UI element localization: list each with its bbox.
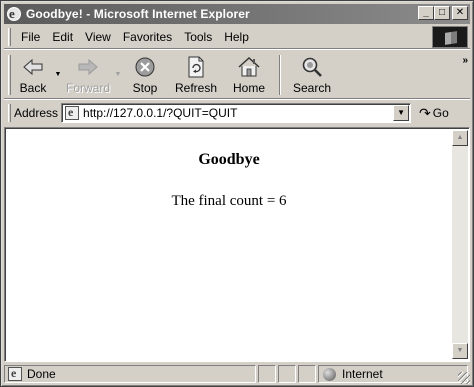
status-panel [298, 365, 316, 383]
browser-window: e Goodbye! - Microsoft Internet Explorer… [0, 0, 474, 387]
status-panel [278, 365, 296, 383]
ie-page-icon: e [8, 366, 22, 381]
page-heading: Goodbye [198, 151, 260, 168]
status-panel [258, 365, 276, 383]
close-button[interactable]: ✕ [452, 6, 468, 20]
toolbar-separator [279, 55, 281, 95]
menu-help[interactable]: Help [218, 30, 255, 44]
stop-button[interactable]: Stop [123, 51, 167, 97]
status-main-panel: e Done [4, 365, 256, 383]
address-dropdown-button[interactable]: ▼ [393, 105, 410, 121]
search-button[interactable]: Search [287, 51, 337, 97]
stop-icon [130, 54, 160, 80]
menu-grip[interactable] [8, 27, 11, 46]
scroll-up-button[interactable]: ▲ [452, 130, 468, 146]
address-url[interactable]: http://127.0.0.1/?QUIT=QUIT [83, 106, 237, 120]
address-label: Address [14, 106, 59, 120]
content-frame: Goodbye The final count = 6 ▲ ▼ [4, 127, 470, 362]
ie-icon: e [6, 6, 22, 22]
status-bar: e Done Internet [4, 364, 470, 384]
menu-view[interactable]: View [79, 30, 117, 44]
menu-edit[interactable]: Edit [46, 30, 79, 44]
maximize-button[interactable]: □ [434, 6, 450, 20]
standard-toolbar: Back ▼ Forward ▼ Stop Refresh Home Searc… [4, 51, 470, 99]
toolbar-more-chevron[interactable]: » [462, 55, 467, 66]
address-bar: Address e http://127.0.0.1/?QUIT=QUIT ▼ … [4, 101, 470, 125]
refresh-button[interactable]: Refresh [167, 51, 225, 97]
home-label: Home [232, 81, 265, 95]
refresh-label: Refresh [174, 81, 218, 95]
go-label: Go [432, 106, 449, 120]
scroll-down-button[interactable]: ▼ [452, 343, 468, 359]
internet-zone-icon [323, 367, 336, 381]
search-label: Search [292, 81, 332, 95]
menu-file[interactable]: File [15, 30, 46, 44]
toolbar-grip[interactable] [8, 55, 11, 95]
home-icon [234, 54, 264, 80]
back-button[interactable]: Back [13, 51, 53, 97]
forward-label: Forward [65, 81, 110, 95]
status-text: Done [27, 367, 56, 381]
zone-text: Internet [342, 367, 383, 381]
back-dropdown-arrow[interactable]: ▼ [53, 51, 63, 97]
forward-dropdown-arrow[interactable]: ▼ [113, 51, 123, 97]
final-count-text: The final count = 6 [171, 193, 287, 209]
back-label: Back [19, 81, 47, 95]
go-button[interactable]: ↷ Go [419, 105, 449, 122]
ie-page-icon: e [65, 105, 80, 120]
address-input[interactable]: e http://127.0.0.1/?QUIT=QUIT ▼ [61, 103, 412, 123]
back-arrow-icon [18, 54, 48, 80]
forward-button[interactable]: Forward [63, 51, 113, 97]
web-page: Goodbye The final count = 6 [7, 130, 451, 359]
search-icon [297, 54, 327, 80]
resize-grip[interactable] [458, 372, 470, 384]
windows-logo-icon [432, 26, 468, 48]
go-arrow-icon: ↷ [419, 104, 431, 121]
address-grip[interactable] [8, 104, 11, 122]
minimize-button[interactable]: _ [418, 6, 434, 20]
security-zone-panel[interactable]: Internet [318, 365, 468, 383]
vertical-scrollbar[interactable]: ▲ ▼ [452, 130, 468, 359]
menu-tools[interactable]: Tools [178, 30, 218, 44]
menu-bar: File Edit View Favorites Tools Help [4, 25, 470, 49]
window-title: Goodbye! - Microsoft Internet Explorer [26, 7, 250, 21]
forward-arrow-icon [73, 54, 103, 80]
refresh-icon [181, 54, 211, 80]
home-button[interactable]: Home [225, 51, 273, 97]
menu-favorites[interactable]: Favorites [117, 30, 178, 44]
stop-label: Stop [132, 81, 158, 95]
title-bar[interactable]: e Goodbye! - Microsoft Internet Explorer… [4, 4, 470, 24]
